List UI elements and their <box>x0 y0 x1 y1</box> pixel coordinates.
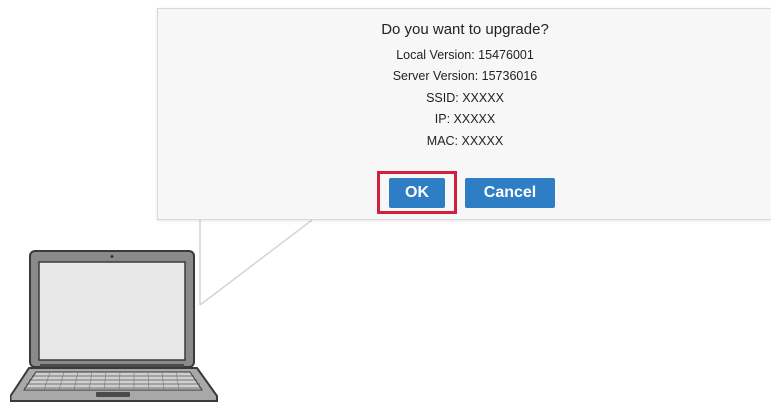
ok-button[interactable]: OK <box>389 178 445 208</box>
ip-text: IP: XXXXX <box>434 112 496 127</box>
dialog-buttons: OK Cancel <box>158 171 771 214</box>
ssid-text: SSID: XXXXX <box>426 90 504 105</box>
illustration: Do you want to upgrade? Local Version: 1… <box>0 0 771 403</box>
laptop-icon <box>10 250 218 402</box>
server-version-text: Server Version: 15736016 <box>392 69 538 84</box>
dialog-title: Do you want to upgrade? <box>381 21 549 38</box>
local-version-text: Local Version: 15476001 <box>396 48 534 62</box>
version-info: Local Version: 15476001 Server Version: … <box>158 45 771 152</box>
upgrade-dialog: Do you want to upgrade? Local Version: 1… <box>157 8 771 220</box>
cancel-button[interactable]: Cancel <box>465 178 555 208</box>
mac-text: MAC: XXXXX <box>426 133 504 148</box>
